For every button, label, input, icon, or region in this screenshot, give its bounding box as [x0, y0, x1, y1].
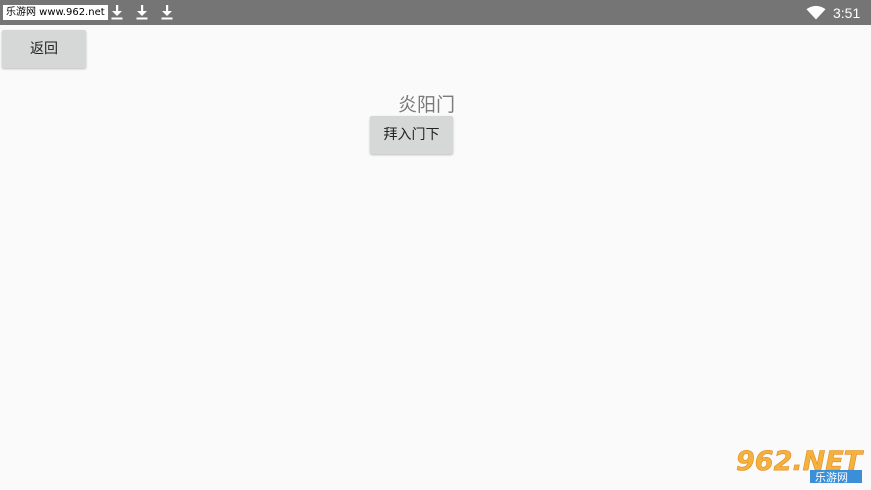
download-icon: [111, 5, 123, 20]
wifi-icon: [806, 5, 826, 20]
download-icon: [136, 5, 148, 20]
status-bar: 乐游网 www.962.net 3:51: [0, 0, 871, 25]
watermark-text: 乐游网: [815, 471, 848, 484]
sect-title: 炎阳门: [398, 94, 456, 116]
clock: 3:51: [833, 5, 861, 21]
app-screen: 乐游网 www.962.net 3:51 返回 炎阳门 拜入门下 962.NET…: [0, 0, 871, 490]
watermark-logo: 962.NET 乐游网: [732, 443, 866, 485]
join-sect-button-label: 拜入门下: [383, 127, 440, 143]
back-button-label: 返回: [30, 41, 58, 57]
download-icon: [161, 5, 173, 20]
join-sect-button[interactable]: 拜入门下: [370, 116, 453, 154]
back-button[interactable]: 返回: [2, 30, 86, 68]
site-badge: 乐游网 www.962.net: [3, 5, 108, 20]
